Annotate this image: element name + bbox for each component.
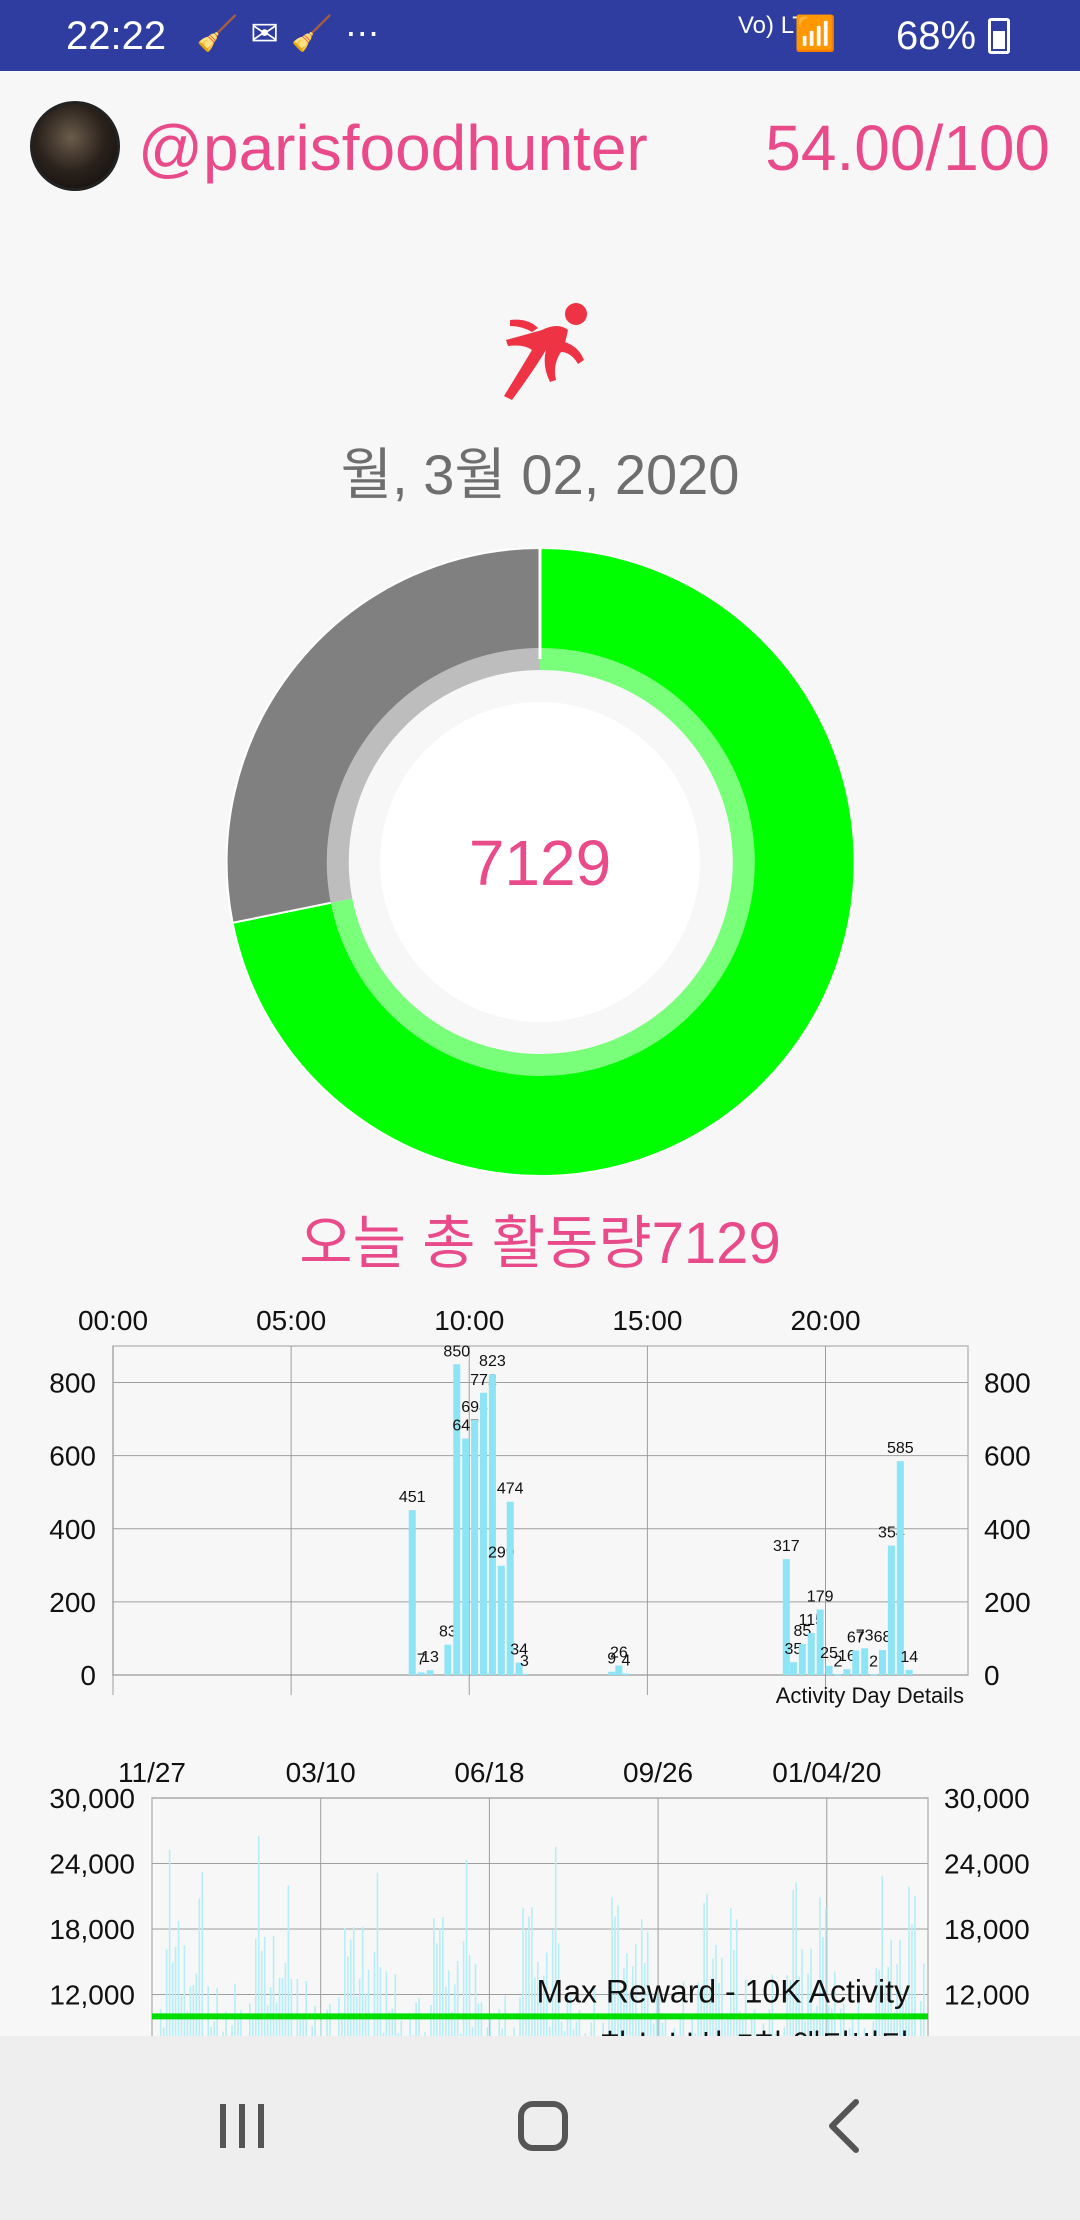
x-tick-label: 20:00 — [790, 1305, 860, 1336]
x-tick-label: 05:00 — [256, 1305, 326, 1336]
activity-bar — [462, 1438, 470, 1675]
notification-icons: 🧹✉🧹⋯ — [196, 14, 391, 54]
activity-bar — [789, 1662, 797, 1675]
x-tick-label: 10:00 — [434, 1305, 504, 1336]
activity-bar — [471, 1419, 479, 1675]
y-tick-label-right: 30,000 — [944, 1783, 1030, 1814]
activity-bar — [520, 1673, 528, 1675]
y-tick-label-left: 18,000 — [49, 1914, 135, 1945]
y-tick-label-right: 18,000 — [944, 1914, 1030, 1945]
broom-icon: 🧹 — [290, 15, 346, 53]
y-tick-label-left: 800 — [49, 1368, 96, 1399]
home-icon[interactable] — [493, 2076, 593, 2176]
activity-bar — [879, 1650, 886, 1675]
bar-data-label: 823 — [479, 1353, 506, 1370]
avatar[interactable] — [30, 101, 120, 191]
runner-icon — [504, 303, 587, 400]
y-tick-label-left: 12,000 — [49, 1980, 135, 2011]
bar-data-label: 2 — [869, 1653, 878, 1670]
activity-bar — [798, 1643, 806, 1675]
y-tick-label-right: 200 — [984, 1587, 1031, 1618]
activity-bar — [861, 1648, 869, 1675]
y-tick-label-left: 400 — [49, 1514, 96, 1545]
bar-data-label: 317 — [773, 1538, 800, 1555]
battery-percent: 68% — [896, 14, 977, 58]
y-tick-label-right: 800 — [984, 1368, 1031, 1399]
activity-bar — [896, 1461, 904, 1675]
x-tick-label: 15:00 — [612, 1305, 682, 1336]
bar-data-label: 73 — [856, 1627, 874, 1644]
activity-bar — [497, 1565, 505, 1675]
status-bar: 22:22 🧹✉🧹⋯ Vo) LTE 📶 68% — [0, 0, 1080, 71]
bar-data-label: 3 — [520, 1653, 529, 1670]
activity-bar — [622, 1673, 630, 1675]
activity-bar — [444, 1644, 452, 1675]
activity-date: 월, 3월 02, 2020 — [340, 443, 740, 506]
wifi-signal-icon: 📶 — [794, 15, 837, 53]
y-tick-label-left: 0 — [80, 1660, 96, 1691]
y-tick-label-left: 30,000 — [49, 1783, 135, 1814]
history-activity-chart: 11/2703/1006/1809/2601/04/206,0006,00012… — [49, 1757, 1030, 2074]
y-tick-label-left: 200 — [49, 1587, 96, 1618]
activity-bar — [905, 1669, 913, 1675]
y-tick-label-right: 400 — [984, 1514, 1031, 1545]
activity-bar — [834, 1674, 842, 1676]
activity-bar — [816, 1609, 824, 1675]
today-total-label: 오늘 총 활동량7129 — [299, 1211, 781, 1276]
plot-area — [112, 1345, 969, 1676]
back-icon[interactable] — [796, 2076, 896, 2176]
bar-data-label: 451 — [399, 1489, 426, 1506]
y-tick-label-right: 12,000 — [944, 1980, 1030, 2011]
activity-bar — [408, 1510, 416, 1675]
y-tick-label-left: 24,000 — [49, 1849, 135, 1880]
bar-data-label: 14 — [900, 1649, 918, 1666]
activity-bar — [426, 1670, 434, 1675]
x-tick-label: 01/04/20 — [772, 1757, 881, 1788]
activity-bar — [453, 1364, 461, 1675]
broom-icon: 🧹 — [196, 15, 251, 53]
x-tick-label: 06/18 — [454, 1757, 524, 1788]
recent-apps-icon[interactable] — [192, 2076, 292, 2176]
activity-bar — [480, 1392, 487, 1675]
daily-activity-chart: 00:00 05:00 10:00 15:00 20:00 0 0 200 200 400 400 6… — [49, 1305, 1031, 1708]
x-tick-label: 00:00 — [78, 1305, 148, 1336]
bar-data-label: 585 — [887, 1440, 914, 1457]
activity-bar — [417, 1672, 425, 1675]
mail-icon: ✉ — [250, 15, 291, 53]
status-time: 22:22 — [66, 14, 167, 58]
user-handle[interactable]: @parisfoodhunter — [138, 111, 648, 185]
y-tick-label-right: 0 — [984, 1660, 1000, 1691]
y-tick-label-right: 24,000 — [944, 1849, 1030, 1880]
bar-data-label: 13 — [421, 1649, 439, 1666]
donut-center-value: 7129 — [468, 827, 612, 899]
chart-annotation: Activity Day Details — [776, 1683, 964, 1708]
bar-data-label: 179 — [807, 1589, 834, 1606]
activity-bar — [852, 1650, 860, 1675]
bar-data-label: 474 — [497, 1481, 524, 1498]
activity-bar — [825, 1665, 833, 1675]
bar-data-label: 4 — [622, 1653, 631, 1670]
activity-bar — [488, 1374, 496, 1675]
activity-bar — [843, 1669, 851, 1675]
max-reward-label: Max Reward - 10K Activity — [537, 1973, 910, 2009]
navigation-bar — [0, 2036, 1080, 2220]
activity-bar — [887, 1545, 895, 1675]
x-tick-label: 09/26 — [623, 1757, 693, 1788]
user-score: 54.00/100 — [765, 112, 1050, 184]
y-tick-label-left: 600 — [49, 1441, 96, 1472]
bar-data-label: 850 — [443, 1343, 470, 1360]
y-tick-label-right: 600 — [984, 1441, 1031, 1472]
activity-bar — [608, 1671, 616, 1675]
activity-bar — [870, 1674, 878, 1676]
x-tick-label: 03/10 — [286, 1757, 356, 1788]
battery-icon — [988, 18, 1010, 54]
profile-header: @parisfoodhunter 54.00/100 — [0, 71, 1080, 221]
more-dots-icon: ⋯ — [345, 15, 392, 53]
activity-bar — [807, 1632, 815, 1675]
